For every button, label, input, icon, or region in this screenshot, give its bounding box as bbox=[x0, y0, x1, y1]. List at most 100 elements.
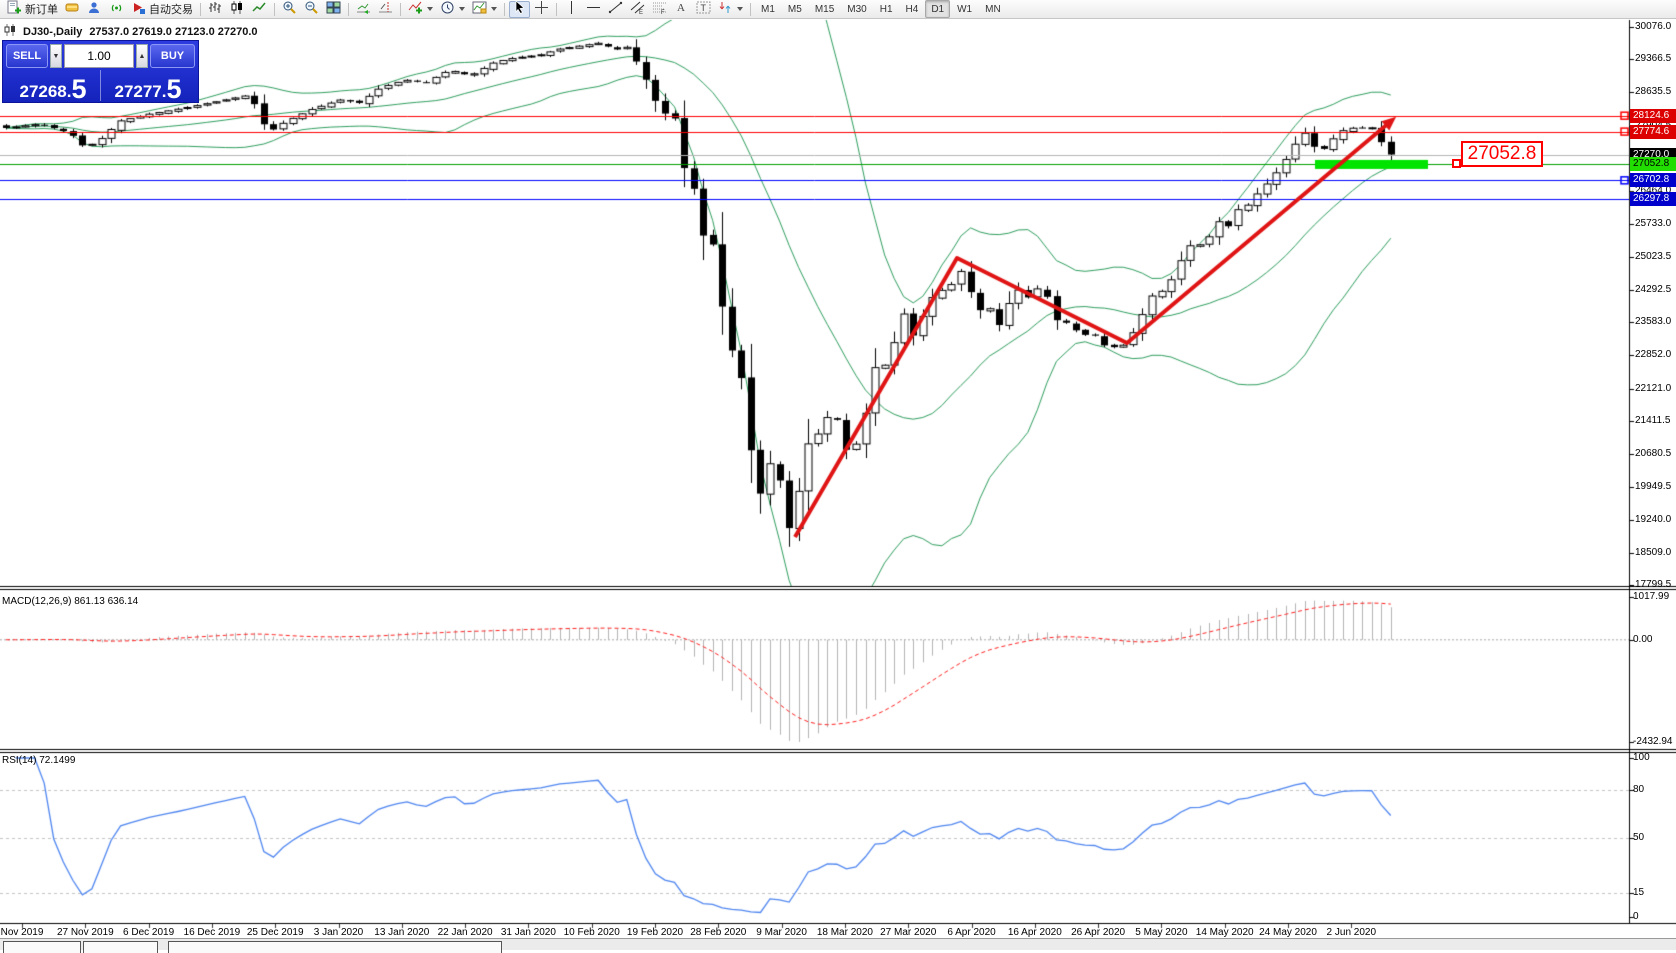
price-badge-27774.6: 27774.6 bbox=[1630, 125, 1676, 139]
text-label-button[interactable]: T bbox=[693, 1, 714, 18]
indicators-button[interactable] bbox=[405, 1, 436, 18]
chevron-down-icon[interactable] bbox=[459, 7, 465, 11]
sell-price-big-digit: 5 bbox=[71, 79, 86, 100]
templates-icon bbox=[472, 0, 487, 18]
channel-icon: E bbox=[630, 0, 645, 18]
price-tick: 17799.5 bbox=[1635, 579, 1671, 591]
macd-axis-label: -2432.94 bbox=[1633, 736, 1672, 748]
chart-tab[interactable] bbox=[3, 941, 81, 953]
date-tick: 6 Dec 2019 bbox=[123, 927, 174, 938]
rsi-axis-label: 0 bbox=[1633, 911, 1639, 923]
sell-price[interactable]: 27268.5 bbox=[6, 70, 100, 101]
zoom-in-button[interactable] bbox=[279, 1, 300, 18]
indicators-icon bbox=[408, 0, 423, 18]
sponge-button[interactable] bbox=[62, 1, 83, 18]
bar-chart-button[interactable] bbox=[205, 1, 226, 18]
main-chart-canvas[interactable] bbox=[0, 0, 1676, 950]
fibonacci-button[interactable]: F bbox=[649, 1, 670, 18]
date-tick: 27 Mar 2020 bbox=[880, 927, 936, 938]
periods-icon bbox=[440, 0, 455, 18]
new-order-button[interactable]: 新订单 bbox=[4, 1, 61, 18]
horizontal-line-icon bbox=[586, 0, 601, 18]
timeframe-m1[interactable]: M1 bbox=[755, 0, 781, 18]
rsi-indicator-label: RSI(14) 72.1499 bbox=[2, 755, 75, 766]
horizontal-line-button[interactable] bbox=[583, 1, 604, 18]
fibonacci-icon: F bbox=[652, 0, 667, 18]
search-button[interactable] bbox=[1619, 1, 1638, 18]
signal-icon bbox=[109, 0, 124, 18]
timeframe-m5[interactable]: M5 bbox=[782, 0, 808, 18]
sponge-icon bbox=[65, 0, 80, 18]
autotrading-label: 自动交易 bbox=[149, 1, 193, 17]
volume-up-button[interactable]: ▲ bbox=[136, 44, 148, 68]
timeframe-m15[interactable]: M15 bbox=[809, 0, 840, 18]
text-button[interactable]: A bbox=[671, 1, 692, 18]
volume-down-button[interactable]: ▼ bbox=[50, 44, 62, 68]
trendline-button[interactable] bbox=[605, 1, 626, 18]
autoscroll-button[interactable] bbox=[353, 1, 374, 18]
zoom-out-button[interactable] bbox=[301, 1, 322, 18]
autotrading-button[interactable]: 自动交易 bbox=[128, 1, 196, 18]
templates-button[interactable] bbox=[469, 1, 500, 18]
crosshair-icon bbox=[534, 0, 549, 18]
price-tick: 23583.0 bbox=[1635, 316, 1671, 328]
volume-input[interactable]: 1.00 bbox=[64, 44, 134, 68]
date-tick: 9 Mar 2020 bbox=[756, 927, 807, 938]
timeframe-w1[interactable]: W1 bbox=[951, 0, 978, 18]
price-badge-26297.8: 26297.8 bbox=[1630, 192, 1676, 206]
toolbar-separator bbox=[348, 3, 349, 16]
price-tick: 24292.5 bbox=[1635, 284, 1671, 296]
vertical-line-button[interactable] bbox=[561, 1, 582, 18]
macd-axis-label: 1017.99 bbox=[1633, 591, 1669, 603]
price-badge-28124.6: 28124.6 bbox=[1630, 109, 1676, 123]
price-tick: 21411.5 bbox=[1635, 415, 1670, 427]
crosshair-button[interactable] bbox=[531, 1, 552, 18]
chart-symbol-icon bbox=[4, 24, 16, 39]
svg-text:F: F bbox=[661, 10, 665, 15]
channel-button[interactable]: E bbox=[627, 1, 648, 18]
timeframe-d1[interactable]: D1 bbox=[925, 0, 950, 18]
chart-tab[interactable] bbox=[83, 941, 158, 953]
autoscroll-icon bbox=[356, 0, 371, 18]
chart-symbol-period: DJ30-,Daily bbox=[23, 26, 82, 38]
chat-button[interactable] bbox=[1645, 1, 1664, 18]
arrows-button[interactable] bbox=[715, 1, 746, 18]
price-tick: 22852.0 bbox=[1635, 349, 1671, 361]
timeframe-m30[interactable]: M30 bbox=[841, 0, 872, 18]
tile-windows-icon bbox=[326, 0, 341, 18]
new-order-icon bbox=[7, 0, 22, 18]
price-badge-27052.8: 27052.8 bbox=[1630, 157, 1676, 171]
candlestick-chart-button[interactable] bbox=[227, 1, 248, 18]
date-tick: 5 May 2020 bbox=[1135, 927, 1187, 938]
timeframe-h4[interactable]: H4 bbox=[900, 0, 925, 18]
date-tick: 14 May 2020 bbox=[1196, 927, 1254, 938]
buy-price-big-digit: 5 bbox=[166, 79, 181, 100]
tile-windows-button[interactable] bbox=[323, 1, 344, 18]
chevron-down-icon[interactable] bbox=[491, 7, 497, 11]
timeframe-h1[interactable]: H1 bbox=[874, 0, 899, 18]
price-callout-label[interactable]: 27052.8 bbox=[1461, 141, 1543, 167]
date-tick: 19 Feb 2020 bbox=[627, 927, 683, 938]
cursor-button[interactable] bbox=[509, 1, 530, 18]
community-button[interactable] bbox=[84, 1, 105, 18]
buy-price-main: 27277. bbox=[114, 83, 166, 100]
periods-button[interactable] bbox=[437, 1, 468, 18]
chart-tab[interactable] bbox=[168, 941, 502, 953]
buy-button[interactable]: BUY bbox=[150, 44, 195, 68]
signal-button[interactable] bbox=[106, 1, 127, 18]
timeframe-mn[interactable]: MN bbox=[979, 0, 1007, 18]
date-tick: 2 Jun 2020 bbox=[1327, 927, 1377, 938]
chevron-down-icon[interactable] bbox=[427, 7, 433, 11]
zoom-out-icon bbox=[304, 0, 319, 18]
chevron-down-icon[interactable] bbox=[737, 7, 743, 11]
chart-ohlc-values: 27537.0 27619.0 27123.0 27270.0 bbox=[89, 26, 257, 38]
sell-button[interactable]: SELL bbox=[6, 44, 48, 68]
rsi-axis-label: 15 bbox=[1633, 887, 1644, 899]
line-chart-button[interactable] bbox=[249, 1, 270, 18]
callout-anchor-marker[interactable] bbox=[1452, 159, 1461, 168]
buy-price[interactable]: 27277.5 bbox=[100, 70, 195, 101]
date-tick: 3 Jan 2020 bbox=[314, 927, 364, 938]
price-tick: 20680.5 bbox=[1635, 448, 1671, 460]
price-tick: 29366.5 bbox=[1635, 53, 1671, 65]
chart-shift-button[interactable] bbox=[375, 1, 396, 18]
